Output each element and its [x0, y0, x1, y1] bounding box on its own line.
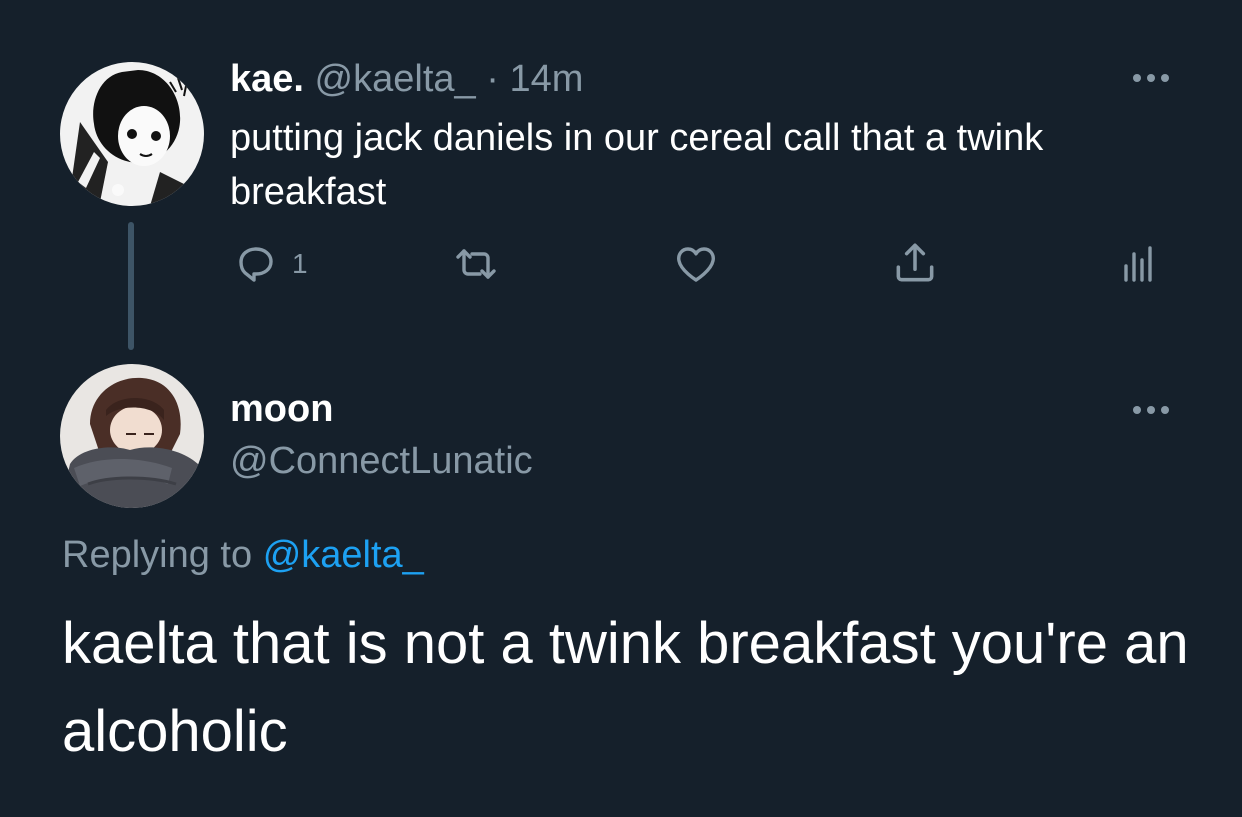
analytics-icon — [1124, 246, 1152, 282]
avatar-kae[interactable] — [60, 62, 204, 206]
tweet-text: putting jack daniels in our cereal call … — [230, 117, 1044, 213]
like-icon — [677, 247, 715, 282]
tweet-timestamp[interactable]: 14m — [509, 58, 583, 100]
reply-tweet-text: kaelta that is not a twink breakfast you… — [62, 611, 1189, 764]
author-handle[interactable]: @kaelta_ — [315, 58, 476, 100]
reply-icon — [239, 247, 273, 282]
replying-to-mention[interactable]: @kaelta_ — [263, 534, 424, 576]
tweet-thread: kae. @kaelta_ · 14m putting jack daniels… — [0, 0, 1242, 817]
share-button[interactable] — [890, 238, 940, 288]
avatar-moon-image — [60, 364, 204, 508]
replying-to-label: Replying to — [62, 534, 253, 576]
author-display-name[interactable]: kae. — [230, 58, 304, 100]
retweet-icon — [456, 249, 496, 279]
tweet-header: kae. @kaelta_ · 14m — [230, 56, 583, 102]
avatar-kae-image — [60, 62, 204, 206]
replying-to-line: Replying to @kaelta_ — [62, 530, 424, 580]
separator-dot: · — [486, 58, 499, 100]
avatar-moon[interactable] — [60, 364, 204, 508]
analytics-button[interactable] — [1114, 240, 1162, 288]
share-icon — [896, 243, 934, 282]
more-icon[interactable] — [1133, 406, 1169, 414]
more-icon[interactable] — [1133, 74, 1169, 82]
like-button[interactable] — [672, 240, 720, 288]
reply-button[interactable]: 1 — [232, 240, 308, 288]
reply-author-display-name[interactable]: moon — [230, 386, 333, 432]
reply-count: 1 — [292, 248, 308, 279]
retweet-button[interactable] — [452, 240, 500, 288]
tweet-action-bar: 1 — [0, 236, 1242, 290]
reply-author-handle[interactable]: @ConnectLunatic — [230, 436, 533, 486]
